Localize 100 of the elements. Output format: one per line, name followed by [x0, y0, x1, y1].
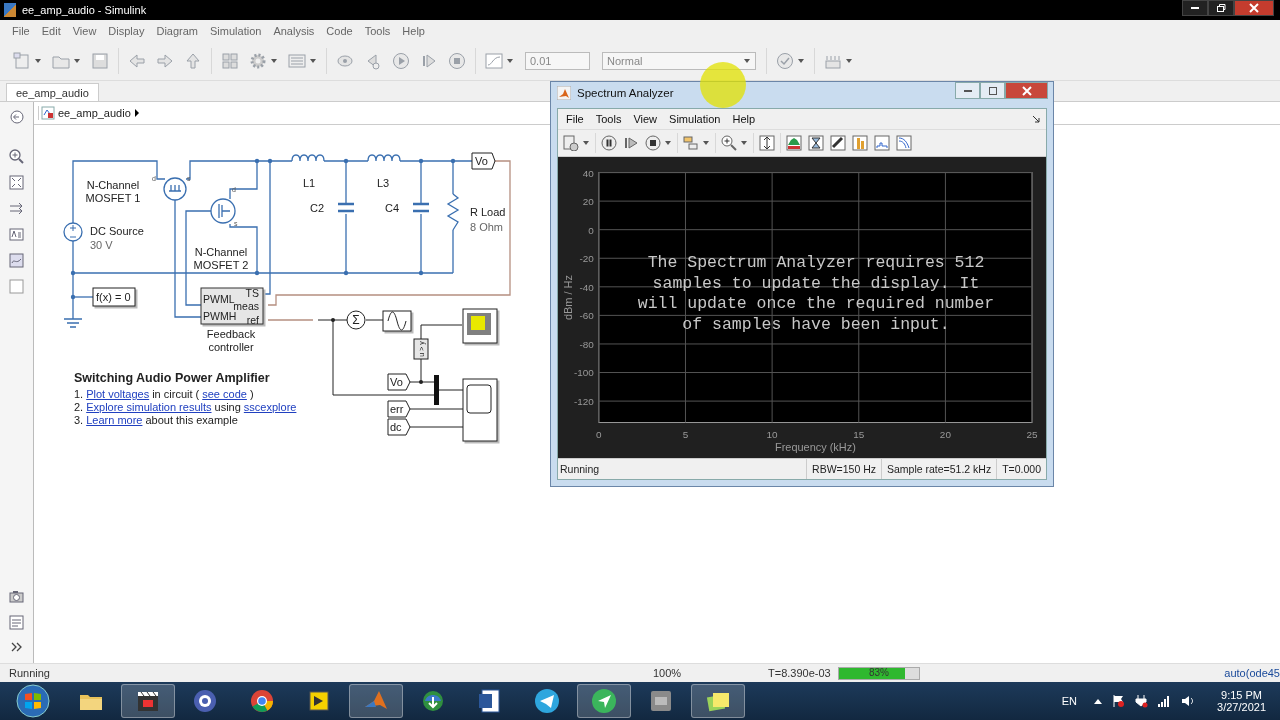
caret-icon[interactable]: [506, 57, 514, 65]
taskbar-button[interactable]: [121, 684, 175, 718]
link[interactable]: Learn more: [86, 414, 143, 426]
ccdf-icon[interactable]: [896, 135, 912, 151]
menu-item[interactable]: Simulation: [204, 23, 268, 39]
power-plug-icon[interactable]: [1134, 694, 1149, 708]
spectrum-icon[interactable]: [786, 135, 802, 151]
close-button[interactable]: [1005, 82, 1048, 99]
constraint-block[interactable]: [92, 287, 136, 307]
sine-wave-icon: [387, 311, 407, 331]
back-icon[interactable]: [9, 110, 24, 124]
paper-plane-icon: [533, 687, 561, 715]
link[interactable]: see code: [202, 388, 247, 400]
hourglass-icon[interactable]: [808, 135, 824, 151]
close-button[interactable]: [1234, 0, 1274, 16]
caret-icon[interactable]: [702, 139, 710, 147]
controller-block[interactable]: [200, 287, 264, 325]
description-text: using: [214, 401, 241, 413]
menu-item[interactable]: File: [560, 111, 590, 127]
spectrum-bars-icon: [471, 316, 485, 330]
caret-icon[interactable]: [309, 57, 317, 65]
distortion-icon[interactable]: [874, 135, 890, 151]
caret-icon[interactable]: [73, 57, 81, 65]
stop-icon[interactable]: [645, 135, 661, 151]
caret-icon[interactable]: [797, 57, 805, 65]
speaker-icon[interactable]: [1180, 694, 1195, 708]
model-tab[interactable]: ee_amp_audio: [6, 83, 99, 101]
junction-dot: [418, 270, 424, 276]
ruler-icon[interactable]: [830, 135, 846, 151]
camera-icon[interactable]: [9, 589, 24, 604]
model-icon: [41, 106, 55, 120]
flag-icon[interactable]: [1111, 694, 1126, 708]
step-forward-icon[interactable]: [623, 135, 639, 151]
block-label: Feedback controller: [206, 328, 256, 353]
signal-bars-icon[interactable]: [1157, 694, 1172, 708]
from-tag[interactable]: [387, 400, 411, 418]
caret-right-icon[interactable]: [133, 108, 140, 118]
breadcrumb-link[interactable]: ee_amp_audio: [58, 107, 131, 119]
compare-block[interactable]: [413, 338, 429, 360]
zoom-in-icon[interactable]: [9, 149, 24, 164]
status-field: T=0.000: [996, 459, 1046, 479]
browser-icon: [248, 687, 276, 715]
check-icon[interactable]: [776, 52, 794, 70]
menu-item[interactable]: Tools: [589, 111, 628, 127]
settings-icon[interactable]: [563, 135, 579, 151]
link[interactable]: sscexplore: [243, 401, 297, 413]
caret-icon[interactable]: [845, 57, 853, 65]
menu-item[interactable]: Display: [102, 23, 151, 39]
caret-icon[interactable]: [582, 139, 590, 147]
signal-select-icon[interactable]: [683, 135, 699, 151]
caret-icon[interactable]: [270, 57, 278, 65]
caret-up-icon[interactable]: [1094, 698, 1103, 704]
clock[interactable]: 9:15 PM 3/27/2021: [1217, 689, 1266, 713]
block-label: L3: [377, 177, 390, 189]
menu-item[interactable]: Edit: [35, 23, 67, 39]
sine-wave-block[interactable]: [382, 310, 412, 332]
goto-tag[interactable]: [471, 152, 496, 170]
annotation-icon[interactable]: [9, 227, 24, 242]
menu-item[interactable]: Help: [726, 111, 762, 127]
from-tag[interactable]: [387, 418, 411, 436]
fit-to-view-icon[interactable]: [759, 135, 775, 151]
menu-item[interactable]: Tools: [358, 23, 397, 39]
menu-item[interactable]: Diagram: [150, 23, 204, 39]
menu-item[interactable]: Analysis: [267, 23, 321, 39]
minimize-icon: [963, 89, 972, 92]
maximize-button[interactable]: [980, 82, 1005, 99]
block-label: C2: [310, 202, 325, 214]
start-button[interactable]: [16, 684, 50, 718]
minimize-button[interactable]: [955, 82, 980, 99]
y-axis-label: dBm / Hz: [561, 275, 574, 321]
axis-tick-label: -100: [573, 367, 594, 379]
pause-icon[interactable]: [601, 135, 617, 151]
tag-label: err: [390, 403, 404, 415]
menu-item[interactable]: View: [66, 23, 103, 39]
menu-item[interactable]: File: [6, 23, 36, 39]
menu-item[interactable]: Code: [320, 23, 359, 39]
from-tag[interactable]: [387, 373, 411, 391]
caret-icon[interactable]: [664, 139, 672, 147]
taskbar-button[interactable]: [691, 684, 745, 718]
expand-icon[interactable]: [10, 641, 23, 653]
fit-view-icon[interactable]: [9, 175, 24, 190]
menu-item[interactable]: View: [627, 111, 664, 127]
arrows-icon[interactable]: [9, 201, 24, 216]
caret-icon[interactable]: [34, 57, 42, 65]
taskbar-button[interactable]: [577, 684, 631, 718]
restore-button[interactable]: [1208, 0, 1234, 16]
sum-block[interactable]: [346, 310, 366, 330]
menu-item[interactable]: Help: [396, 23, 431, 39]
capacitor-symbol: [411, 202, 431, 213]
tag-label: Vo: [390, 376, 403, 388]
minimize-button[interactable]: [1182, 0, 1208, 16]
dock-arrow-icon[interactable]: [1032, 115, 1040, 123]
menu-item[interactable]: Simulation: [663, 111, 727, 127]
language-indicator[interactable]: EN: [1061, 695, 1078, 707]
link[interactable]: Explore simulation results: [86, 401, 212, 413]
axis-tick-label: -40: [579, 281, 594, 293]
caret-icon[interactable]: [740, 139, 748, 147]
zoom-in-icon[interactable]: [721, 135, 737, 151]
link[interactable]: Plot voltages: [86, 388, 150, 400]
image-icon[interactable]: [9, 253, 24, 268]
